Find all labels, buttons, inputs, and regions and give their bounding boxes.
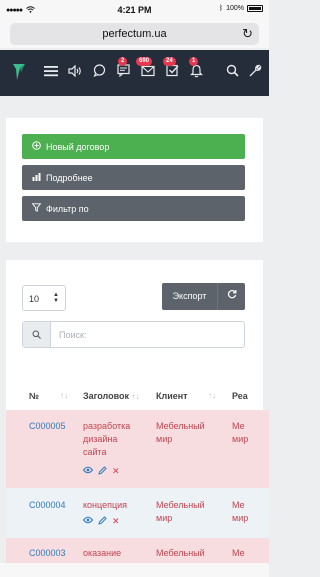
bluetooth-icon: ᛒ — [218, 5, 224, 12]
new-contract-label: Новый договор — [46, 141, 110, 152]
status-bar: ●●●●● 4:21 PM ᛒ 100% — [0, 0, 269, 20]
contract-title[interactable]: оказание — [83, 547, 121, 560]
app-header: 2 690 24 1 — [0, 50, 269, 96]
column-header-number[interactable]: № — [29, 391, 39, 401]
filter-label: Фильтр по — [46, 203, 89, 214]
table-header: № ↑↓ Заголовок ↑↓ Клиент ↑↓ Реа — [22, 380, 263, 410]
actions-card: Новый договор Подробнее Фильтр по — [6, 118, 263, 242]
view-icon[interactable] — [82, 466, 94, 477]
volume-icon[interactable] — [68, 64, 82, 80]
contract-number[interactable]: C000003 — [29, 547, 66, 560]
client-name[interactable]: Мебельный мир — [156, 420, 205, 446]
plus-circle-icon — [32, 141, 41, 152]
contract-title[interactable]: концепция — [83, 499, 127, 512]
mail-badge: 690 — [136, 57, 153, 66]
view-icon[interactable] — [82, 516, 94, 527]
column-header-extra[interactable]: Реа — [232, 391, 248, 401]
bar-chart-icon — [32, 172, 41, 183]
reload-icon[interactable]: ↻ — [242, 26, 253, 42]
logo-icon[interactable] — [12, 63, 26, 81]
details-button[interactable]: Подробнее — [22, 165, 245, 190]
export-button[interactable]: Экспорт — [162, 283, 217, 310]
mail-icon[interactable]: 690 — [136, 57, 155, 80]
column-header-title[interactable]: Заголовок ↑↓ — [83, 391, 140, 401]
edit-icon[interactable] — [98, 466, 107, 477]
row-actions: ✕ — [82, 516, 120, 527]
search-placeholder: Поиск: — [59, 330, 87, 340]
wrench-icon[interactable] — [248, 64, 262, 81]
chat-bubble-icon[interactable] — [93, 64, 106, 80]
menu-icon[interactable] — [44, 64, 58, 80]
client-name[interactable]: Мебельный мир — [156, 499, 205, 525]
edit-icon[interactable] — [98, 516, 107, 527]
sort-icon[interactable]: ↑↓ — [208, 391, 216, 400]
tasks-icon[interactable]: 24 — [163, 57, 179, 80]
address-field[interactable]: perfectum.ua ↻ — [10, 23, 259, 45]
url-text: perfectum.ua — [102, 28, 167, 40]
contract-number[interactable]: C000005 — [29, 420, 66, 433]
search-icon[interactable] — [226, 64, 239, 80]
search-field[interactable]: Поиск: — [22, 321, 245, 348]
table-row[interactable]: C000003 оказание Мебельный Ме — [6, 538, 269, 563]
refresh-button[interactable] — [217, 283, 245, 310]
browser-bottom-bar — [0, 563, 269, 577]
new-contract-button[interactable]: Новый договор — [22, 134, 245, 159]
battery-indicator: ᛒ 100% — [219, 5, 263, 12]
filter-icon — [31, 203, 42, 214]
extra-column-cell: Ме — [232, 548, 245, 558]
extra-column-cell: Ме мир — [232, 421, 249, 444]
delete-icon[interactable]: ✕ — [112, 516, 120, 527]
bell-icon[interactable]: 1 — [189, 57, 203, 81]
table-row[interactable]: C000004 концепция ✕ Мебельный мир Ме мир — [6, 488, 269, 538]
table-row[interactable]: C000005 разработка дизайна сайта ✕ Мебел… — [6, 410, 269, 488]
page-size-select[interactable]: 10 ▲ ▼ — [22, 285, 66, 311]
contract-number[interactable]: C000004 — [29, 499, 66, 512]
battery-icon — [247, 5, 263, 12]
refresh-icon — [227, 290, 236, 299]
browser-url-bar: perfectum.ua ↻ — [0, 20, 269, 48]
filter-button[interactable]: Фильтр по — [22, 196, 245, 221]
search-icon — [23, 322, 51, 347]
row-actions: ✕ — [82, 466, 120, 477]
select-arrows-icon: ▲ ▼ — [53, 292, 59, 304]
page-size-value: 10 — [29, 294, 40, 304]
details-label: Подробнее — [46, 172, 93, 183]
messages-icon[interactable]: 2 — [117, 57, 130, 80]
delete-icon[interactable]: ✕ — [112, 466, 120, 477]
contract-title[interactable]: разработка дизайна сайта — [83, 420, 130, 459]
column-header-client[interactable]: Клиент — [156, 391, 188, 401]
extra-column-cell: Ме мир — [232, 500, 249, 523]
sort-icon: ↑↓ — [131, 392, 140, 401]
tasks-badge: 24 — [163, 57, 176, 66]
sort-icon[interactable]: ↑↓ — [60, 391, 68, 400]
battery-percent: 100% — [226, 5, 244, 12]
client-name[interactable]: Мебельный — [156, 547, 205, 560]
